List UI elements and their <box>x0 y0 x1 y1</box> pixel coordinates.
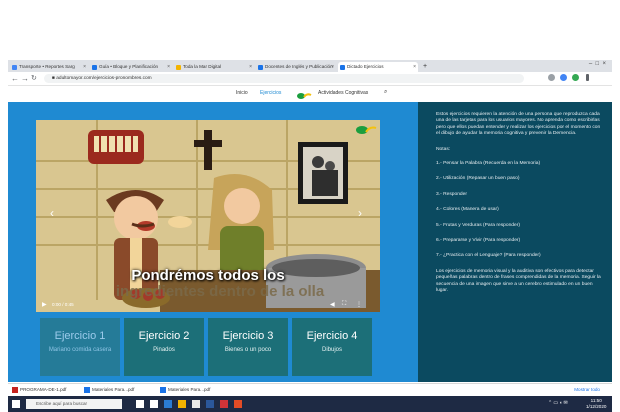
note-item: 7.- ¿Practica con el Lenguaje? (Para res… <box>436 253 541 259</box>
video-player[interactable]: ‹ › Pondrémos todos los ingredientes den… <box>36 120 380 312</box>
file-icon <box>84 386 90 393</box>
close-icon[interactable]: × <box>167 62 170 72</box>
forward-icon[interactable]: → <box>21 73 29 84</box>
video-controls: ▶ 0:00 / 0:45 ◀ ⛶ ⋮ <box>36 298 380 312</box>
close-icon[interactable]: × <box>331 62 334 72</box>
search-icon[interactable]: ⌕ <box>384 89 387 96</box>
tab-favicon-icon <box>176 65 181 70</box>
tab-favicon-icon <box>340 65 345 70</box>
video-time: 0:00 / 0:45 <box>52 302 74 307</box>
exercise-card-4[interactable]: Ejercicio 4 Dibujos <box>292 318 372 376</box>
task-view-icon[interactable] <box>136 400 144 408</box>
close-icon[interactable]: × <box>83 62 86 72</box>
taskbar: Escribe aquí para buscar ⌃ ▭ ◖ ✉ 11:50 1/… <box>8 396 612 412</box>
downloads-bar: PROGRAMA-DE-1.pdf Materiales Para...pdf … <box>8 383 612 396</box>
edge-icon[interactable] <box>164 400 172 408</box>
download-item[interactable]: PROGRAMA-DE-1.pdf <box>12 386 66 394</box>
tab-favicon-icon <box>92 65 97 70</box>
download-item[interactable]: Materiales Para...pdf <box>160 386 210 394</box>
new-tab-button[interactable]: + <box>420 62 432 72</box>
note-item: 1.- Pensar la Palabra (Recuerda en la Me… <box>436 161 541 167</box>
info-text: Estos ejercicios requieren la atención d… <box>436 112 601 304</box>
tab-favicon-icon <box>258 65 263 70</box>
browser-tab[interactable]: Toda la Mar Digital × <box>174 62 254 72</box>
more-options-icon[interactable]: ⋮ <box>356 301 362 308</box>
nav-link-inicio[interactable]: Inicio <box>236 90 248 96</box>
note-item: 2.- Utilización (Repasar un buen paso) <box>436 176 520 182</box>
info-intro: Estos ejercicios requieren la atención d… <box>436 112 601 137</box>
browser-tab[interactable]: Guía • Bloque y Planificación × <box>90 62 172 72</box>
app-icon[interactable] <box>220 400 228 408</box>
site-header: Inicio Ejercicios Actividades Cognitivas… <box>8 86 612 102</box>
window-controls[interactable]: – □ × <box>589 61 606 67</box>
back-icon[interactable]: ← <box>11 73 19 84</box>
profile-avatar-icon[interactable] <box>572 74 579 81</box>
file-explorer-icon[interactable] <box>178 400 186 408</box>
note-item: 6.- Prepararse y Vivir (Para responder) <box>436 238 521 244</box>
word-icon[interactable] <box>206 400 214 408</box>
tab-favicon-icon <box>12 65 17 70</box>
note-item: 3.- Responder <box>436 191 467 197</box>
video-caption: Pondrémos todos los <box>131 267 285 284</box>
notes-heading: Notas: <box>436 146 451 152</box>
browser-tab-bar: Transporte • Reportes Sarg × Guía • Bloqu… <box>8 60 612 72</box>
star-icon[interactable] <box>548 74 555 81</box>
info-outro: Los ejercicios de memoria visual y la au… <box>436 268 601 294</box>
browser-tab[interactable]: Transporte • Reportes Sarg × <box>10 62 88 72</box>
windows-start-icon[interactable] <box>12 400 20 408</box>
note-item: 4.- Colores (Manera de usar) <box>436 207 499 213</box>
clock[interactable]: 11:50 1/12/2020 <box>586 398 606 409</box>
address-bar-row: ← → ↻ ■ adultomayor.com/ejercicios-prono… <box>8 72 612 86</box>
store-icon[interactable] <box>192 400 200 408</box>
close-icon[interactable]: × <box>413 62 416 72</box>
play-icon[interactable]: ▶ <box>42 301 47 308</box>
app-icon[interactable] <box>150 400 158 408</box>
exercise-card-2[interactable]: Ejercicio 2 Pinados <box>124 318 204 376</box>
nav-link-actividades[interactable]: Actividades Cognitivas <box>318 90 368 96</box>
volume-icon[interactable]: ◀ <box>330 301 335 308</box>
browser-tab-active[interactable]: Dictado Ejercicios × <box>338 62 418 72</box>
download-item[interactable]: Materiales Para...pdf <box>84 386 134 394</box>
extension-icon[interactable] <box>560 74 567 81</box>
show-all-downloads-link[interactable]: Mostrar todo <box>574 386 600 394</box>
note-item: 5.- Frutas y Verduras (Para responder) <box>436 222 520 228</box>
nav-link-ejercicios[interactable]: Ejercicios <box>260 90 281 96</box>
site-logo-icon[interactable] <box>296 88 312 99</box>
exercise-card-1[interactable]: Ejercicio 1 Mariano comida casera <box>40 318 120 376</box>
taskbar-search-input[interactable]: Escribe aquí para buscar <box>26 399 122 409</box>
chrome-icon[interactable] <box>234 400 242 408</box>
browser-tab[interactable]: Docentes de Inglés y Publicación × <box>256 62 336 72</box>
pdf-file-icon <box>12 386 18 393</box>
fullscreen-icon[interactable]: ⛶ <box>342 301 346 308</box>
exercise-card-3[interactable]: Ejercicio 3 Bienes o un poco <box>208 318 288 376</box>
previous-slide-icon[interactable]: ‹ <box>50 206 54 220</box>
system-tray-icons[interactable]: ⌃ ▭ ◖ ✉ <box>548 401 567 406</box>
next-slide-icon[interactable]: › <box>358 206 362 220</box>
file-icon <box>160 386 166 393</box>
close-icon[interactable]: × <box>249 62 252 72</box>
url-input[interactable]: ■ adultomayor.com/ejercicios-pronombres.… <box>44 74 524 83</box>
menu-icon[interactable] <box>586 74 589 81</box>
reload-icon[interactable]: ↻ <box>31 73 37 84</box>
